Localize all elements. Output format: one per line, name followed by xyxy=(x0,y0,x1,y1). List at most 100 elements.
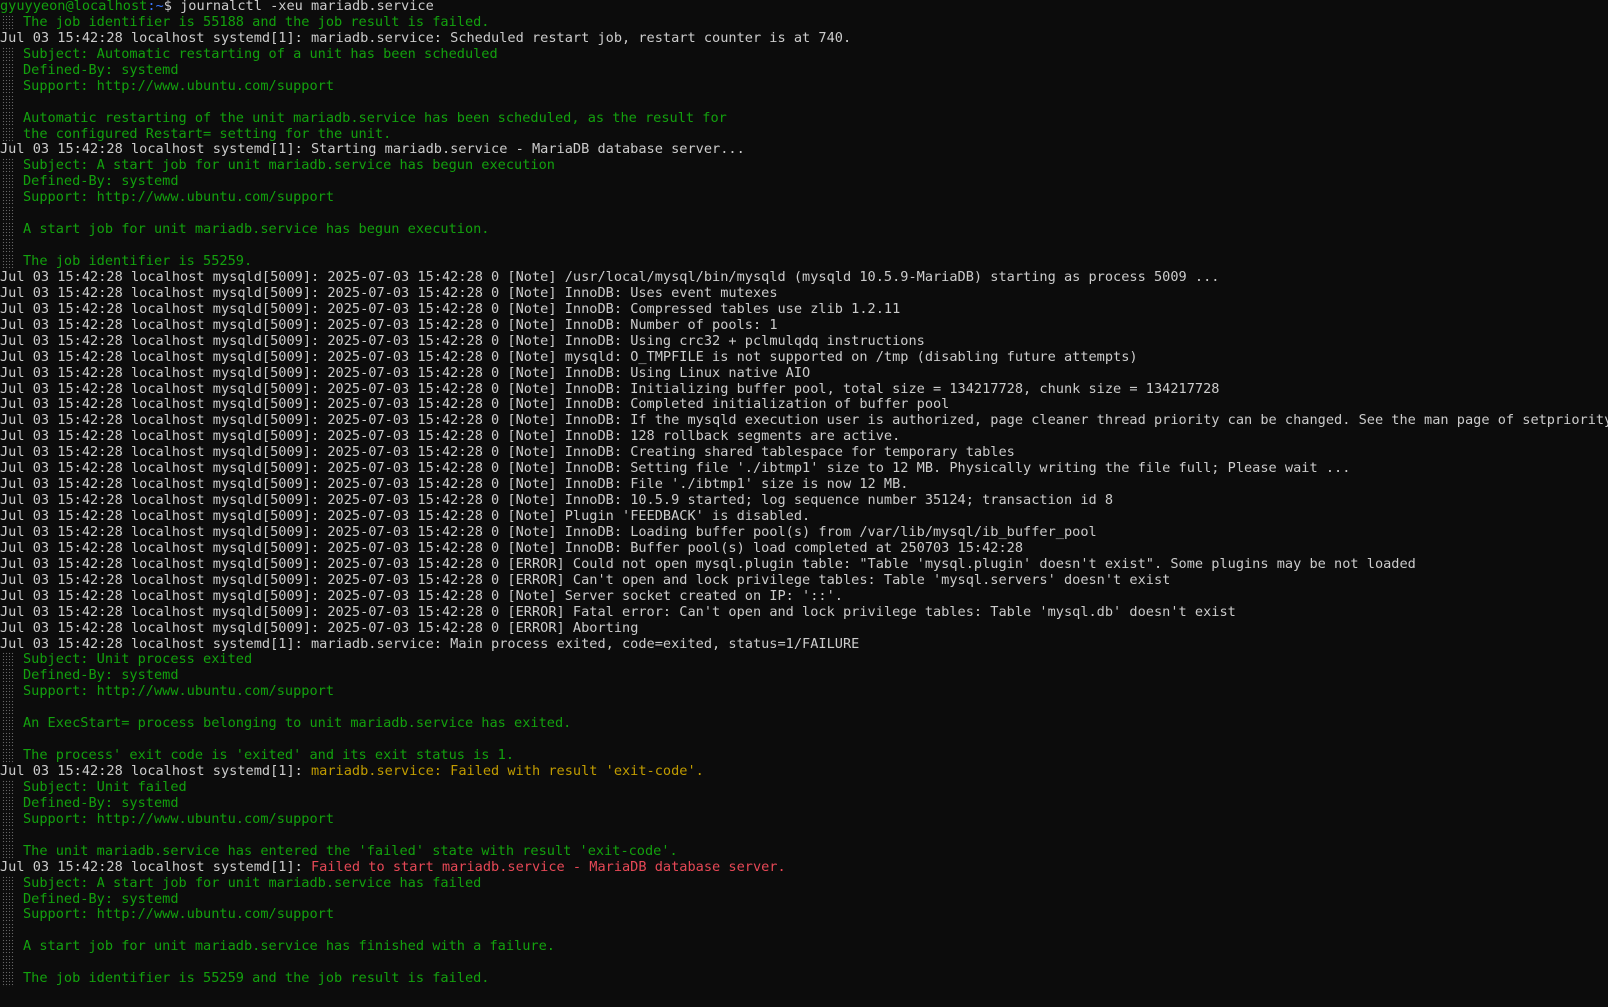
log-prefix: Jul 03 15:42:28 localhost mysqld[5009]: xyxy=(0,588,328,604)
log-prefix: Jul 03 15:42:28 localhost mysqld[5009]: xyxy=(0,620,328,636)
log-line: Jul 03 15:42:28 localhost mysqld[5009]: … xyxy=(0,413,1608,429)
log-message: 2025-07-03 15:42:28 0 [ERROR] Aborting xyxy=(327,620,639,636)
catalog-line: The job identifier is 55188 and the job … xyxy=(0,14,1608,31)
catalog-line: A start job for unit mariadb.service has… xyxy=(0,222,1608,239)
catalog-line xyxy=(0,732,1608,749)
log-line: Jul 03 15:42:28 localhost mysqld[5009]: … xyxy=(0,382,1608,398)
log-message: 2025-07-03 15:42:28 0 [Note] /usr/local/… xyxy=(327,269,1220,285)
log-message: 2025-07-03 15:42:28 0 [Note] InnoDB: Com… xyxy=(327,301,901,317)
catalog-line: An ExecStart= process belonging to unit … xyxy=(0,716,1608,733)
log-message: 2025-07-03 15:42:28 0 [Note] InnoDB: 10.… xyxy=(327,493,1114,509)
log-prefix: Jul 03 15:42:28 localhost mysqld[5009]: xyxy=(0,397,328,413)
catalog-line xyxy=(0,238,1608,254)
log-line: Jul 03 15:42:28 localhost mysqld[5009]: … xyxy=(0,461,1608,477)
log-message: 2025-07-03 15:42:28 0 [Note] InnoDB: If … xyxy=(327,413,1608,429)
log-prefix: Jul 03 15:42:28 localhost systemd[1]: xyxy=(0,142,311,158)
catalog-line: Defined-By: systemd xyxy=(0,891,1608,908)
log-line: Jul 03 15:42:28 localhost mysqld[5009]: … xyxy=(0,429,1608,445)
catalog-line: Support: http://www.ubuntu.com/support xyxy=(0,684,1608,701)
log-prefix: Jul 03 15:42:28 localhost mysqld[5009]: xyxy=(0,445,328,461)
log-message: 2025-07-03 15:42:28 0 [ERROR] Fatal erro… xyxy=(327,604,1236,620)
log-prefix: Jul 03 15:42:28 localhost mysqld[5009]: xyxy=(0,285,328,301)
log-line: Jul 03 15:42:28 localhost systemd[1]: ma… xyxy=(0,637,1608,653)
catalog-line xyxy=(0,700,1608,717)
prompt-user-host: gyuyyeon@localhost xyxy=(0,0,148,14)
catalog-line: Defined-By: systemd xyxy=(0,668,1608,685)
catalog-line: The job identifier is 55259 and the job … xyxy=(0,971,1608,988)
log-line: Jul 03 15:42:28 localhost mysqld[5009]: … xyxy=(0,573,1608,589)
log-prefix: Jul 03 15:42:28 localhost mysqld[5009]: xyxy=(0,301,328,317)
log-prefix: Jul 03 15:42:28 localhost mysqld[5009]: xyxy=(0,365,328,381)
log-line: Jul 03 15:42:28 localhost mysqld[5009]: … xyxy=(0,477,1608,493)
log-prefix: Jul 03 15:42:28 localhost mysqld[5009]: xyxy=(0,477,328,493)
log-prefix: Jul 03 15:42:28 localhost mysqld[5009]: xyxy=(0,540,328,556)
log-message: 2025-07-03 15:42:28 0 [Note] InnoDB: Set… xyxy=(327,461,1351,477)
log-prefix: Jul 03 15:42:28 localhost systemd[1]: xyxy=(0,859,311,875)
catalog-line: Support: http://www.ubuntu.com/support xyxy=(0,907,1608,924)
catalog-line: Defined-By: systemd xyxy=(0,174,1608,191)
catalog-line: Automatic restarting of the unit mariadb… xyxy=(0,110,1608,127)
log-line: Jul 03 15:42:28 localhost mysqld[5009]: … xyxy=(0,397,1608,413)
log-prefix: Jul 03 15:42:28 localhost mysqld[5009]: xyxy=(0,509,328,524)
log-line: Jul 03 15:42:28 localhost mysqld[5009]: … xyxy=(0,509,1608,525)
catalog-line xyxy=(0,923,1608,940)
log-message: mariadb.service: Main process exited, co… xyxy=(311,636,860,652)
catalog-line: Support: http://www.ubuntu.com/support xyxy=(0,78,1608,95)
log-prefix: Jul 03 15:42:28 localhost systemd[1]: xyxy=(0,636,311,652)
catalog-line: The process' exit code is 'exited' and i… xyxy=(0,748,1608,764)
log-line: Jul 03 15:42:28 localhost mysqld[5009]: … xyxy=(0,334,1608,350)
log-message: Starting mariadb.service - MariaDB datab… xyxy=(311,142,745,158)
prompt-symbol: $ xyxy=(163,0,181,14)
log-line: Jul 03 15:42:28 localhost mysqld[5009]: … xyxy=(0,493,1608,509)
log-prefix: Jul 03 15:42:28 localhost mysqld[5009]: xyxy=(0,604,328,620)
log-prefix: Jul 03 15:42:28 localhost mysqld[5009]: xyxy=(0,349,328,365)
log-message: 2025-07-03 15:42:28 0 [Note] InnoDB: 128… xyxy=(327,429,901,445)
log-message: 2025-07-03 15:42:28 0 [ERROR] Could not … xyxy=(327,556,1416,572)
log-line: Jul 03 15:42:28 localhost systemd[1]: Fa… xyxy=(0,860,1608,876)
log-prefix: Jul 03 15:42:28 localhost mysqld[5009]: xyxy=(0,381,328,397)
terminal-window[interactable]: gyuyyeon@localhost:~$ journalctl -xeu ma… xyxy=(0,0,1608,1007)
log-line: Jul 03 15:42:28 localhost mysqld[5009]: … xyxy=(0,589,1608,605)
log-line: Jul 03 15:42:28 localhost systemd[1]: St… xyxy=(0,142,1608,158)
catalog-line: A start job for unit mariadb.service has… xyxy=(0,939,1608,956)
log-message: mariadb.service: Scheduled restart job, … xyxy=(311,30,852,46)
log-message: 2025-07-03 15:42:28 0 [Note] Plugin 'FEE… xyxy=(327,509,811,524)
catalog-line: Defined-By: systemd xyxy=(0,795,1608,812)
log-line: Jul 03 15:42:28 localhost mysqld[5009]: … xyxy=(0,270,1608,286)
command-prompt-line: gyuyyeon@localhost:~$ journalctl -xeu ma… xyxy=(0,0,1608,15)
catalog-line: The job identifier is 55259. xyxy=(0,254,1608,270)
log-message: 2025-07-03 15:42:28 0 [Note] Server sock… xyxy=(327,588,843,604)
log-line: Jul 03 15:42:28 localhost mysqld[5009]: … xyxy=(0,557,1608,573)
log-prefix: Jul 03 15:42:28 localhost mysqld[5009]: xyxy=(0,317,328,333)
log-message: 2025-07-03 15:42:28 0 [Note] InnoDB: Usi… xyxy=(327,333,925,349)
log-prefix: Jul 03 15:42:28 localhost mysqld[5009]: xyxy=(0,572,328,588)
catalog-line: Support: http://www.ubuntu.com/support xyxy=(0,811,1608,828)
catalog-line: Subject: Unit failed xyxy=(0,779,1608,796)
log-line: Jul 03 15:42:28 localhost mysqld[5009]: … xyxy=(0,302,1608,318)
log-line: Jul 03 15:42:28 localhost mysqld[5009]: … xyxy=(0,541,1608,557)
log-prefix: Jul 03 15:42:28 localhost mysqld[5009]: xyxy=(0,461,328,477)
catalog-line xyxy=(0,206,1608,223)
log-message: 2025-07-03 15:42:28 0 [Note] InnoDB: Usi… xyxy=(327,365,811,381)
log-message-warning: mariadb.service: Failed with result 'exi… xyxy=(311,764,704,779)
catalog-line xyxy=(0,827,1608,844)
prompt-command: journalctl -xeu mariadb.service xyxy=(180,0,434,14)
catalog-line: The unit mariadb.service has entered the… xyxy=(0,843,1608,860)
log-message: 2025-07-03 15:42:28 0 [Note] mysqld: O_T… xyxy=(327,349,1138,365)
log-message: 2025-07-03 15:42:28 0 [Note] InnoDB: Cre… xyxy=(327,445,1015,461)
log-prefix: Jul 03 15:42:28 localhost mysqld[5009]: xyxy=(0,429,328,445)
log-prefix: Jul 03 15:42:28 localhost mysqld[5009]: xyxy=(0,556,328,572)
log-prefix: Jul 03 15:42:28 localhost mysqld[5009]: xyxy=(0,269,328,285)
log-message: 2025-07-03 15:42:28 0 [Note] InnoDB: Loa… xyxy=(327,524,1097,540)
log-prefix: Jul 03 15:42:28 localhost mysqld[5009]: xyxy=(0,493,328,509)
log-message-error: Failed to start mariadb.service - MariaD… xyxy=(311,859,786,875)
log-message: 2025-07-03 15:42:28 0 [Note] InnoDB: Num… xyxy=(327,317,778,333)
catalog-line xyxy=(0,955,1608,972)
log-line: Jul 03 15:42:28 localhost systemd[1]: ma… xyxy=(0,31,1608,47)
catalog-line: Subject: A start job for unit mariadb.se… xyxy=(0,158,1608,175)
log-line: Jul 03 15:42:28 localhost mysqld[5009]: … xyxy=(0,605,1608,621)
log-message: 2025-07-03 15:42:28 0 [Note] InnoDB: Use… xyxy=(327,285,778,301)
catalog-line: Subject: Unit process exited xyxy=(0,652,1608,669)
catalog-line: Subject: Automatic restarting of a unit … xyxy=(0,46,1608,63)
log-line: Jul 03 15:42:28 localhost mysqld[5009]: … xyxy=(0,366,1608,382)
